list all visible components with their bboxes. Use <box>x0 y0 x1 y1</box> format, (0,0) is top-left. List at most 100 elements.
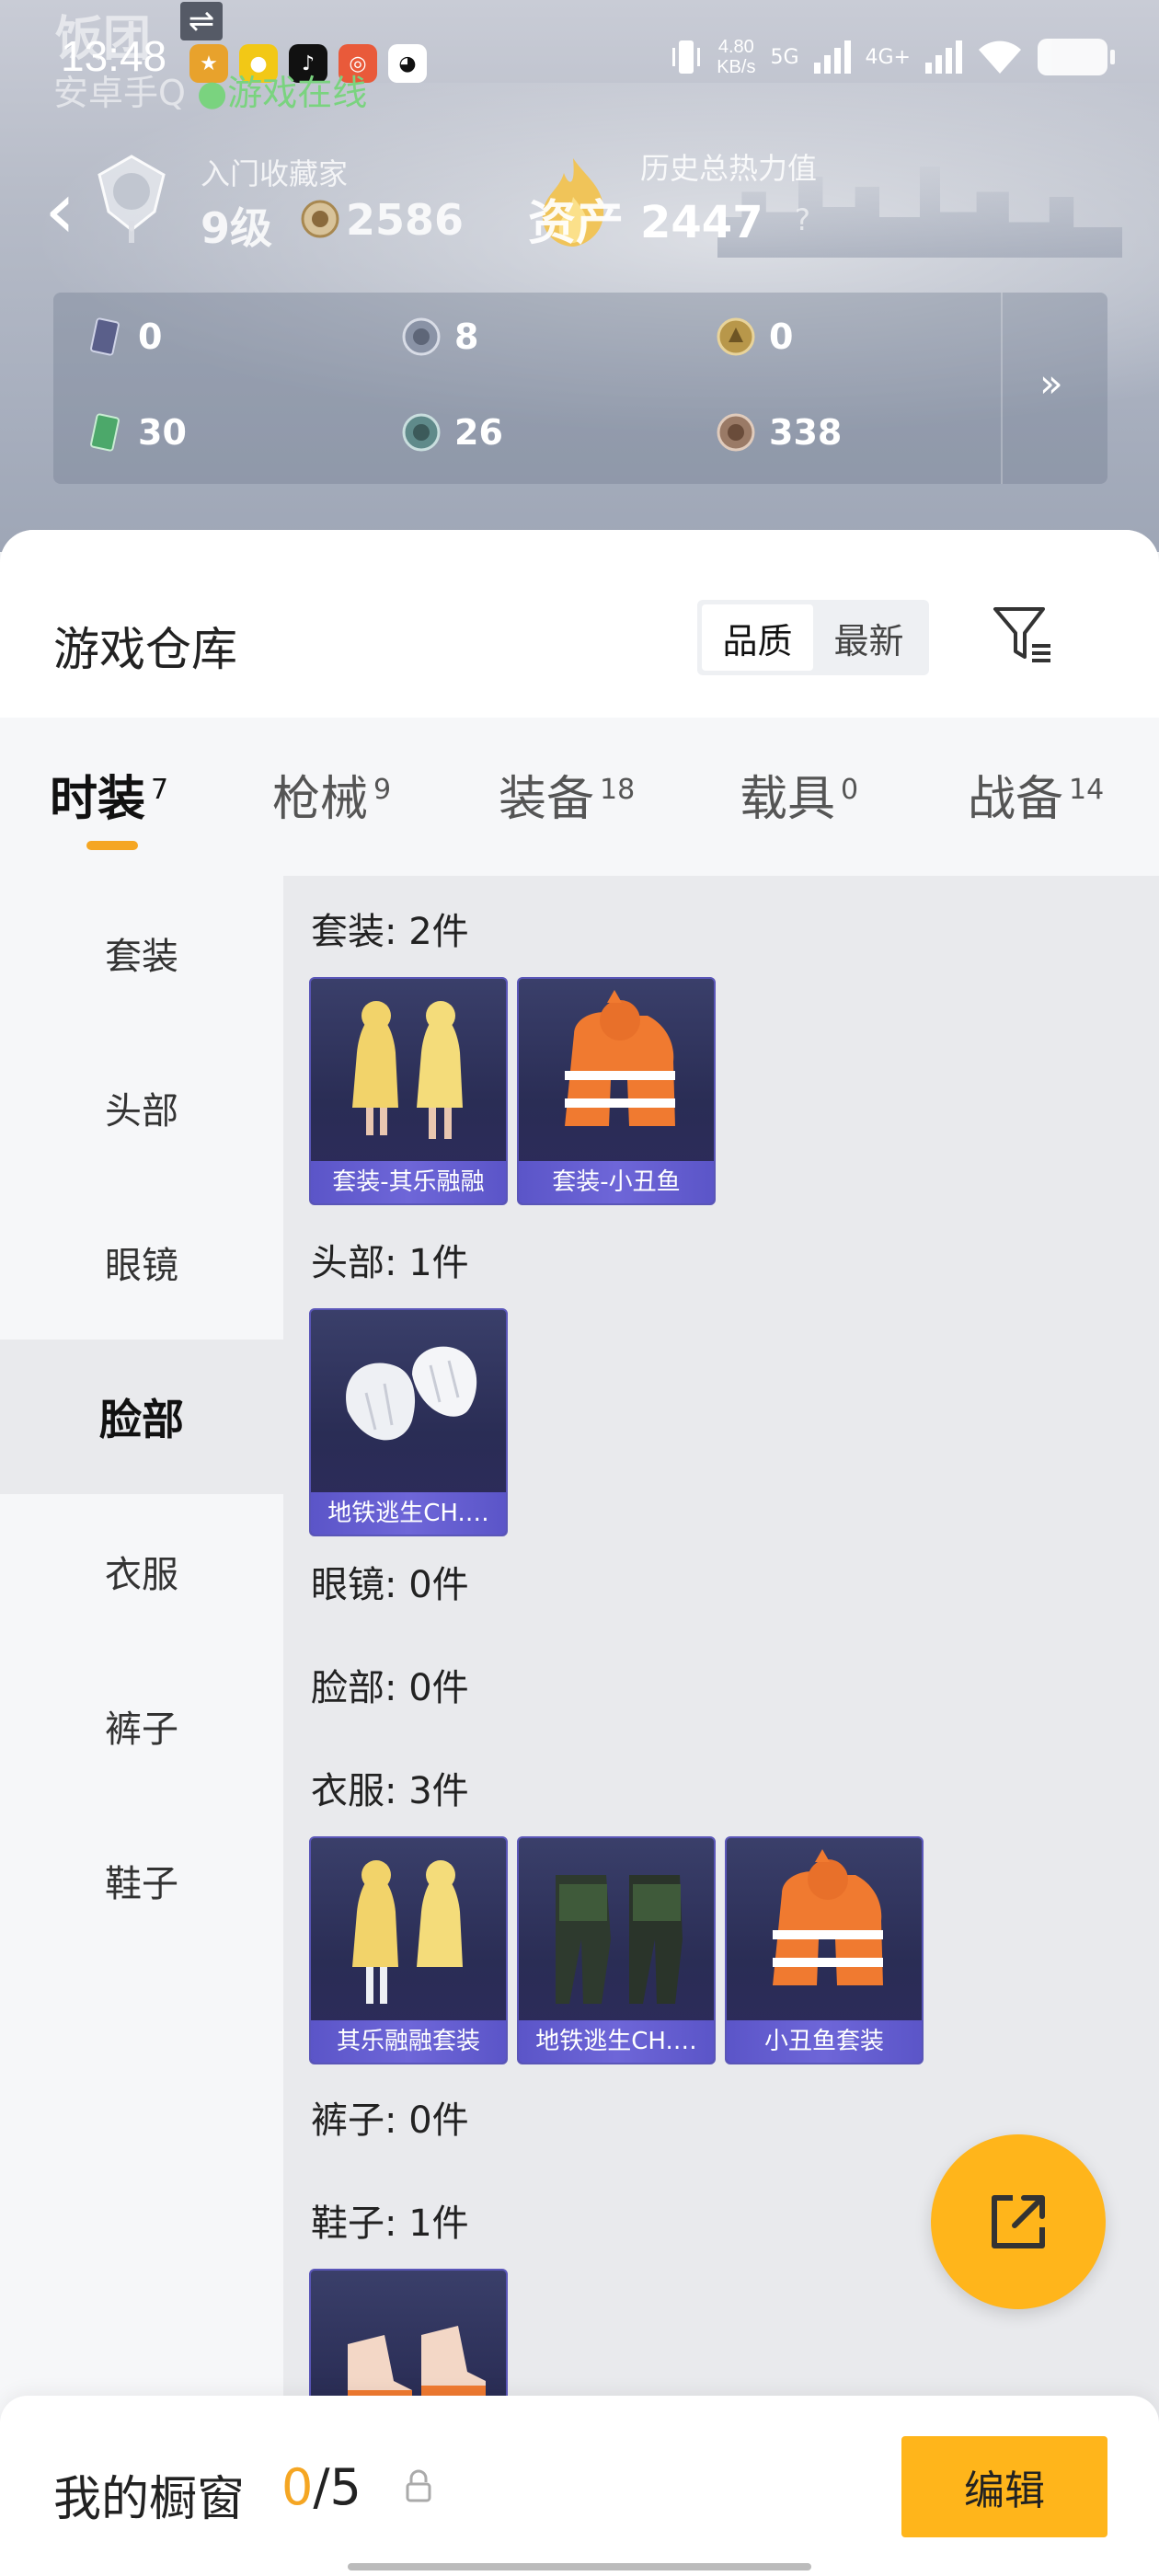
item-card[interactable]: 小丑鱼套装 <box>725 1836 924 2064</box>
side-item-glasses[interactable]: 眼镜 <box>0 1185 283 1340</box>
green-card-icon <box>90 413 120 452</box>
home-indicator[interactable] <box>348 2563 811 2570</box>
item-list: 套装: 2件 套装-其乐融融 套装-小丑鱼 头部: 1件 地铁逃生CH.… 眼镜… <box>283 876 1159 2576</box>
side-item-pants[interactable]: 裤子 <box>0 1649 283 1803</box>
item-name: 地铁逃生CH.… <box>311 1492 506 1535</box>
item-name: 套装-小丑鱼 <box>519 1161 714 1203</box>
online-status: 游戏在线 <box>227 73 368 113</box>
showcase-bar: 我的橱窗 0/5 编辑 <box>0 2396 1159 2576</box>
stat-green-card[interactable]: 30 <box>85 412 187 453</box>
item-card[interactable]: 套装-其乐融融 <box>309 977 508 1205</box>
stat-teal-coin[interactable]: 26 <box>401 412 503 453</box>
section-title-clothes: 衣服: 3件 <box>311 1770 469 1812</box>
signal-5g-label: 5G <box>770 45 799 69</box>
warehouse-header: 游戏仓库 品质 最新 <box>0 530 1159 718</box>
platform-label: 安卓手Q <box>53 73 186 113</box>
tab-fashion[interactable]: 时装 7 <box>50 760 168 829</box>
stats-divider <box>1001 293 1003 484</box>
section-title-shoes: 鞋子: 1件 <box>311 2202 469 2245</box>
status-subtext: 安卓手Q ●游戏在线 <box>53 73 368 113</box>
item-card[interactable]: 地铁逃生CH.… <box>517 1836 716 2064</box>
collector-coin-icon <box>301 200 339 238</box>
side-item-face[interactable]: 脸部 <box>0 1340 283 1494</box>
item-name: 套装-其乐融融 <box>311 1161 506 1203</box>
bronze-coin-icon <box>717 413 755 452</box>
showcase-count: 0/5 <box>281 2458 361 2516</box>
stat-card[interactable]: 0 <box>85 316 162 357</box>
side-item-clothes[interactable]: 衣服 <box>0 1494 283 1649</box>
swap-icon: ⇌ <box>180 2 223 40</box>
edit-button[interactable]: 编辑 <box>901 2436 1107 2537</box>
warehouse-title: 游戏仓库 <box>53 623 237 676</box>
asset-label: 资产 <box>528 196 625 251</box>
side-item-head[interactable]: 头部 <box>0 1030 283 1185</box>
share-button[interactable] <box>931 2134 1106 2309</box>
yellow-outfit-image <box>352 1001 463 1139</box>
active-tab-indicator <box>86 841 138 850</box>
white-hair-image <box>346 1346 477 1441</box>
lock-icon <box>406 2469 431 2502</box>
stat-value: 30 <box>138 412 187 453</box>
battery-icon <box>1038 39 1115 75</box>
collector-level: 9级 <box>201 203 273 253</box>
signal-4g-label: 4G+ <box>865 45 911 69</box>
item-card[interactable]: 套装-小丑鱼 <box>517 977 716 1205</box>
share-icon <box>992 2195 1045 2248</box>
signal-bars-icon <box>813 40 851 74</box>
filter-icon[interactable] <box>990 602 1056 668</box>
collector-title: 入门收藏家 <box>201 156 349 191</box>
tab-weapons[interactable]: 枪械 9 <box>272 760 391 829</box>
card-icon <box>90 317 120 356</box>
stat-value: 338 <box>769 412 843 453</box>
section-title-glasses: 眼镜: 0件 <box>311 1564 469 1606</box>
stat-value: 0 <box>138 316 163 357</box>
teal-coin-icon <box>402 413 441 452</box>
vibrate-icon <box>672 40 701 74</box>
section-title-face: 脸部: 0件 <box>311 1667 469 1709</box>
profile-header: 饭团 13:48 ⇌ ★ ● ♪ ◎ ◕ 安卓手Q ●游戏在线 4.80 KB/s… <box>0 0 1159 552</box>
system-icons: 4.80 KB/s 5G 4G+ <box>671 37 1115 77</box>
warehouse-sheet: 游戏仓库 品质 最新 时装 7 枪械 9 装备 18 载具 0 战备 14 套装 头部 眼… <box>0 530 1159 2576</box>
stat-value: 0 <box>769 316 794 357</box>
item-card[interactable]: 其乐融融套装 <box>309 1836 508 2064</box>
wifi-icon <box>979 40 1021 74</box>
side-nav: 套装 头部 眼镜 脸部 衣服 裤子 鞋子 <box>0 876 283 2576</box>
sort-toggle: 品质 最新 <box>697 600 929 675</box>
stats-panel <box>53 293 1107 484</box>
qq-icon: ◕ <box>388 44 427 83</box>
orange-clownfish-outfit-image <box>565 990 675 1126</box>
dark-jacket-outfit-image <box>556 1875 683 2004</box>
tab-vehicles[interactable]: 载具 0 <box>740 760 858 829</box>
category-tabs: 时装 7 枪械 9 装备 18 载具 0 战备 14 <box>0 718 1159 876</box>
rank-badge-icon <box>98 155 166 243</box>
side-item-shoes[interactable]: 鞋子 <box>0 1803 283 1958</box>
sort-newest-button[interactable]: 最新 <box>813 604 924 671</box>
help-icon[interactable]: ? <box>795 202 810 237</box>
tab-battle-prep[interactable]: 战备 14 <box>968 760 1104 829</box>
heat-value: 2447 <box>640 197 763 248</box>
item-card[interactable]: 地铁逃生CH.… <box>309 1308 508 1536</box>
net-speed: 4.80 KB/s <box>717 37 756 77</box>
collector-points: 2586 <box>346 195 465 245</box>
yellow-outfit-image <box>352 1860 463 2004</box>
side-item-suit[interactable]: 套装 <box>0 876 283 1030</box>
item-name: 地铁逃生CH.… <box>519 2020 714 2063</box>
sort-quality-button[interactable]: 品质 <box>702 604 813 671</box>
showcase-label: 我的橱窗 <box>53 2472 246 2527</box>
gold-medal-icon <box>717 317 755 356</box>
stat-gold-medal[interactable]: 0 <box>716 316 793 357</box>
section-title-suit: 套装: 2件 <box>311 911 469 953</box>
item-name: 小丑鱼套装 <box>727 2020 922 2063</box>
section-title-head: 头部: 1件 <box>311 1242 469 1284</box>
section-title-pants: 裤子: 0件 <box>311 2099 469 2142</box>
stat-value: 26 <box>454 412 503 453</box>
silver-medal-icon <box>402 317 441 356</box>
stat-bronze-coin[interactable]: 338 <box>716 412 842 453</box>
stats-expand-icon[interactable]: » <box>1039 361 1063 406</box>
stat-value: 8 <box>454 316 479 357</box>
heat-title: 历史总热力值 <box>640 151 818 186</box>
orange-clownfish-outfit-image <box>773 1849 883 1985</box>
stat-silver-medal[interactable]: 8 <box>401 316 478 357</box>
tab-equipment[interactable]: 装备 18 <box>499 760 635 829</box>
item-name: 其乐融融套装 <box>311 2020 506 2063</box>
